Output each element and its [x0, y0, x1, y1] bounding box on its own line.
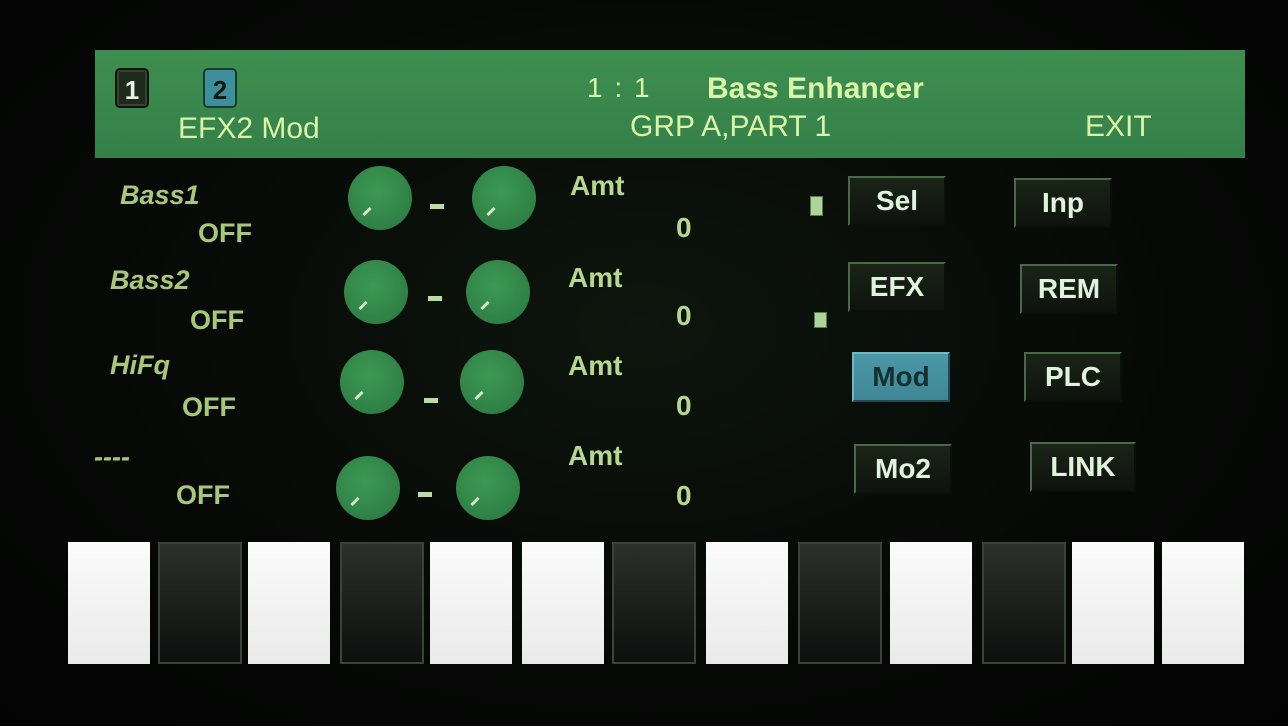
piano-key-12[interactable]: [1072, 542, 1154, 664]
piano-key-6[interactable]: [522, 542, 604, 664]
row-2-range-dash: [428, 296, 442, 301]
row-2-label: Bass2: [110, 265, 190, 295]
link-button[interactable]: LINK: [1030, 442, 1136, 492]
row-1-max-knob[interactable]: [472, 166, 536, 230]
row-2-value[interactable]: OFF: [190, 305, 244, 336]
position-indicator: 1 : 1: [587, 72, 652, 103]
row-3-amt-value[interactable]: 0: [676, 390, 692, 422]
row-3-max-knob[interactable]: [460, 350, 524, 414]
row-3-min-knob[interactable]: [340, 350, 404, 414]
rem-button[interactable]: REM: [1020, 264, 1118, 314]
mod-button[interactable]: Mod: [852, 352, 950, 402]
row-4-amt-label: Amt: [568, 440, 623, 471]
piano-key-13[interactable]: [1162, 542, 1244, 664]
exit-button[interactable]: EXIT: [1085, 110, 1152, 144]
row-4-max-knob[interactable]: [456, 456, 520, 520]
piano-key-1[interactable]: [68, 542, 150, 664]
efx-indicator: [814, 312, 827, 328]
row-4-min-knob[interactable]: [336, 456, 400, 520]
page-title: EFX2 Mod: [178, 112, 320, 145]
piano-key-9[interactable]: [798, 542, 882, 664]
row-1-value[interactable]: OFF: [198, 218, 252, 249]
header-bar: 1 2 EFX2 Mod 1 : 1 Bass Enhancer GRP A,P…: [95, 50, 1245, 158]
row-4-amt-value[interactable]: 0: [676, 480, 692, 512]
sel-button[interactable]: Sel: [848, 176, 946, 226]
piano-key-2[interactable]: [158, 542, 242, 664]
piano-key-3[interactable]: [248, 542, 330, 664]
piano-key-4[interactable]: [340, 542, 424, 664]
efx-button[interactable]: EFX: [848, 262, 946, 312]
effect-name: Bass Enhancer: [707, 72, 924, 105]
plc-button[interactable]: PLC: [1024, 352, 1122, 402]
piano-key-8[interactable]: [706, 542, 788, 664]
row-1-label: Bass1: [120, 180, 200, 210]
row-4-value[interactable]: OFF: [176, 480, 230, 511]
row-2-max-knob[interactable]: [466, 260, 530, 324]
row-4-range-dash: [418, 492, 432, 497]
row-2-amt-label: Amt: [568, 262, 623, 293]
row-3-range-dash: [424, 398, 438, 403]
piano-key-7[interactable]: [612, 542, 696, 664]
row-3-value[interactable]: OFF: [182, 392, 236, 423]
group-part-label: GRP A,PART 1: [630, 110, 832, 143]
row-2-amt-value[interactable]: 0: [676, 300, 692, 332]
page-1-button[interactable]: 1: [115, 68, 149, 108]
row-1-min-knob[interactable]: [348, 166, 412, 230]
select-indicator: [810, 196, 823, 216]
piano-key-10[interactable]: [890, 542, 972, 664]
page-2-button[interactable]: 2: [203, 68, 237, 108]
piano-key-5[interactable]: [430, 542, 512, 664]
row-1-amt-label: Amt: [570, 170, 625, 201]
row-1-range-dash: [430, 204, 444, 209]
row-2-min-knob[interactable]: [344, 260, 408, 324]
mo2-button[interactable]: Mo2: [854, 444, 952, 494]
row-4-label: ----: [94, 442, 130, 472]
row-3-label: HiFq: [110, 350, 170, 380]
row-1-amt-value[interactable]: 0: [676, 212, 692, 244]
inp-button[interactable]: Inp: [1014, 178, 1112, 228]
piano-key-11[interactable]: [982, 542, 1066, 664]
device-screen: 1 2 EFX2 Mod 1 : 1 Bass Enhancer GRP A,P…: [0, 0, 1288, 726]
row-3-amt-label: Amt: [568, 350, 623, 381]
